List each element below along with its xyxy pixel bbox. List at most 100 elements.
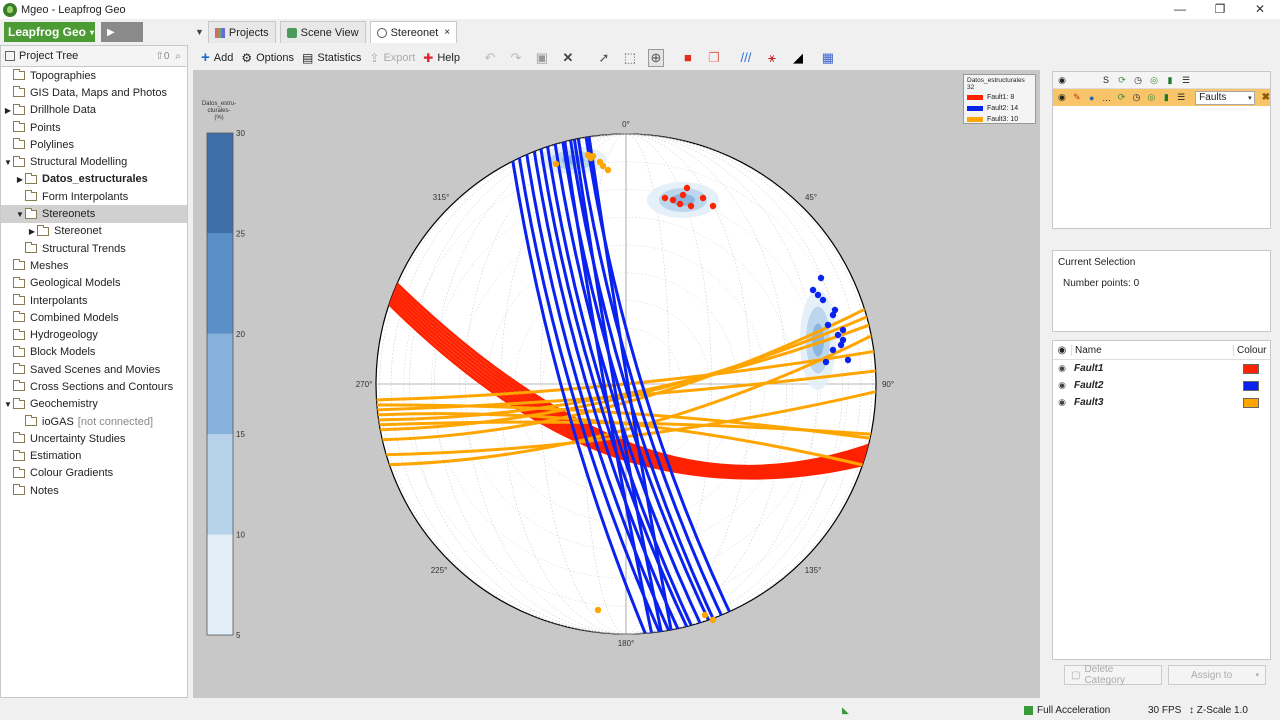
name-column-header[interactable]: Name xyxy=(1071,344,1233,356)
tree-item[interactable]: ▶ Datos_estructurales xyxy=(1,171,187,188)
redo-icon[interactable]: ↷ xyxy=(508,50,524,66)
rotate-icon[interactable]: ⟳ xyxy=(1117,92,1127,103)
tabs-dropdown-icon[interactable]: ▼ xyxy=(195,27,204,37)
target-icon[interactable]: ◎ xyxy=(1149,75,1159,86)
paint-icon[interactable]: ✎ xyxy=(1072,92,1082,103)
list-icon[interactable]: ☰ xyxy=(1176,92,1186,103)
tree-item[interactable]: Block Models xyxy=(1,344,187,361)
zoom-select-icon[interactable]: ⊕ xyxy=(647,48,664,67)
colour-column-header[interactable]: Colour xyxy=(1233,344,1270,356)
close-window-button[interactable]: ✕ xyxy=(1240,0,1280,19)
category-select[interactable]: Faults ▾ xyxy=(1195,90,1255,105)
select-arrow-icon[interactable]: ➚ xyxy=(596,50,612,66)
tree-item[interactable]: Saved Scenes and Movies xyxy=(1,361,187,378)
tree-item[interactable]: Notes xyxy=(1,482,187,499)
tree-item[interactable]: Estimation xyxy=(1,448,187,465)
tree-item[interactable]: Interpolants xyxy=(1,292,187,309)
filter-off-icon[interactable]: ❐ xyxy=(706,50,722,66)
green-bar-icon[interactable]: ▮ xyxy=(1161,92,1171,103)
maximize-button[interactable]: ❐ xyxy=(1200,0,1240,19)
chevron-right-icon[interactable]: ▶ xyxy=(3,106,13,115)
category-row[interactable]: ◉ Fault2 xyxy=(1053,377,1270,394)
pin-count-icon[interactable]: ⇧0 xyxy=(155,51,169,62)
tree-item[interactable]: Polylines xyxy=(1,136,187,153)
tree-item[interactable]: Structural Trends xyxy=(1,240,187,257)
tree-item[interactable]: Cross Sections and Contours xyxy=(1,378,187,395)
eye-icon[interactable]: ◉ xyxy=(1053,345,1071,356)
help-button[interactable]: ✚ Help xyxy=(423,51,460,65)
current-selection-panel: Current Selection Number points: 0 xyxy=(1052,250,1271,332)
tree-item[interactable]: ▶ Stereonet xyxy=(1,223,187,240)
contour-icon[interactable]: ◢ xyxy=(790,50,806,66)
tree-item[interactable]: Combined Models xyxy=(1,309,187,326)
box-select-icon[interactable]: ⬚ xyxy=(622,50,638,66)
rotate-icon[interactable]: ⟳ xyxy=(1117,75,1127,86)
eye-icon[interactable]: ◉ xyxy=(1053,397,1071,408)
tree-item[interactable]: ▶ Drillhole Data xyxy=(1,102,187,119)
tree-item[interactable]: Uncertainty Studies xyxy=(1,430,187,447)
close-tab-icon[interactable]: × xyxy=(444,27,450,38)
target-icon[interactable]: ◎ xyxy=(1146,92,1156,103)
leapfrog-menu-button[interactable]: Leapfrog Geo ▾ xyxy=(4,22,95,42)
colour-swatch[interactable] xyxy=(1243,397,1259,408)
eye-icon[interactable]: ◉ xyxy=(1057,75,1067,86)
layer-row-faults[interactable]: ◉ ✎ ● … ⟳ ◷ ◎ ▮ ☰ Faults ▾ ✖ xyxy=(1053,89,1270,106)
eye-icon[interactable]: ◉ xyxy=(1053,380,1071,391)
delete-category-button[interactable]: ▢ Delete Category xyxy=(1064,664,1162,686)
tree-item[interactable]: ▼ Geochemistry xyxy=(1,396,187,413)
category-row[interactable]: ◉ Fault1 xyxy=(1053,360,1270,377)
search-icon[interactable]: ⌕ xyxy=(175,51,181,62)
more-icon[interactable]: … xyxy=(1102,93,1112,103)
green-bar-icon[interactable]: ▮ xyxy=(1165,75,1175,86)
pole-point xyxy=(814,291,822,299)
colour-swatch[interactable] xyxy=(1243,363,1259,374)
tree-item[interactable]: Geological Models xyxy=(1,275,187,292)
tree-item[interactable]: ▼ Structural Modelling xyxy=(1,153,187,170)
chevron-right-icon[interactable]: ▶ xyxy=(15,175,25,184)
chevron-down-icon[interactable]: ▼ xyxy=(3,158,13,167)
tree-item[interactable]: Hydrogeology xyxy=(1,326,187,343)
acceleration-status[interactable]: Full Acceleration xyxy=(1024,705,1110,716)
assign-to-button[interactable]: Assign to ▾ xyxy=(1168,665,1266,685)
tree-item[interactable]: ioGAS [not connected] xyxy=(1,413,187,430)
eye-icon[interactable]: ◉ xyxy=(1057,92,1067,103)
colour-swatch[interactable] xyxy=(1243,380,1259,391)
export-button[interactable]: ⇪ Export xyxy=(369,51,415,65)
tree-item[interactable]: Topographies xyxy=(1,67,187,84)
category-row[interactable]: ◉ Fault3 xyxy=(1053,394,1270,411)
clock-icon[interactable]: ◷ xyxy=(1132,92,1142,103)
minimize-button[interactable]: — xyxy=(1160,0,1200,19)
tree-item[interactable]: Colour Gradients xyxy=(1,465,187,482)
z-scale-button[interactable]: ↕ Z-Scale 1.0 xyxy=(1189,705,1248,716)
tree-item[interactable]: Form Interpolants xyxy=(1,188,187,205)
tree-item[interactable]: ▼ Stereonets xyxy=(1,205,187,223)
clock-icon[interactable]: ◷ xyxy=(1133,75,1143,86)
tree-item-label: Form Interpolants xyxy=(42,190,129,203)
poles-icon[interactable]: ⚹ xyxy=(764,50,780,66)
tab-stereonet[interactable]: Stereonet × xyxy=(369,21,458,43)
chevron-right-icon[interactable]: ▶ xyxy=(27,227,37,236)
play-button[interactable]: ▶ xyxy=(101,22,143,42)
filter-red-icon[interactable]: ■ xyxy=(680,50,696,65)
undo-icon[interactable]: ↶ xyxy=(482,50,498,66)
tree-item[interactable]: Meshes xyxy=(1,257,187,274)
stereonet-viewport[interactable]: 30 25 20 15 10 5 0° 180° 90° 270° 45° 315° 135° 225° … xyxy=(193,70,1040,698)
tab-projects[interactable]: Projects xyxy=(207,21,276,43)
list-icon[interactable]: ☰ xyxy=(1181,75,1191,86)
tab-scene-view[interactable]: Scene View xyxy=(279,21,366,43)
folder-icon xyxy=(13,328,25,340)
save-icon[interactable]: ▣ xyxy=(534,50,550,66)
add-button[interactable]: + Add xyxy=(201,49,233,66)
color-grid-icon[interactable]: ▦ xyxy=(820,50,836,66)
stereonet-canvas[interactable]: 30 25 20 15 10 5 0° 180° 90° 270° 45° 315° 135° 225° xyxy=(193,70,1040,698)
planes-icon[interactable]: /// xyxy=(738,50,754,65)
eye-icon[interactable]: ◉ xyxy=(1053,363,1071,374)
chevron-down-icon[interactable]: ▼ xyxy=(15,210,25,219)
chevron-down-icon[interactable]: ▼ xyxy=(3,400,13,409)
tree-item[interactable]: GIS Data, Maps and Photos xyxy=(1,84,187,101)
statistics-button[interactable]: ▤ Statistics xyxy=(302,51,361,65)
options-button[interactable]: ⚙ Options xyxy=(241,51,294,65)
delete-icon[interactable]: ✕ xyxy=(560,50,576,66)
tree-item[interactable]: Points xyxy=(1,119,187,136)
remove-layer-icon[interactable]: ✖ xyxy=(1262,92,1270,103)
